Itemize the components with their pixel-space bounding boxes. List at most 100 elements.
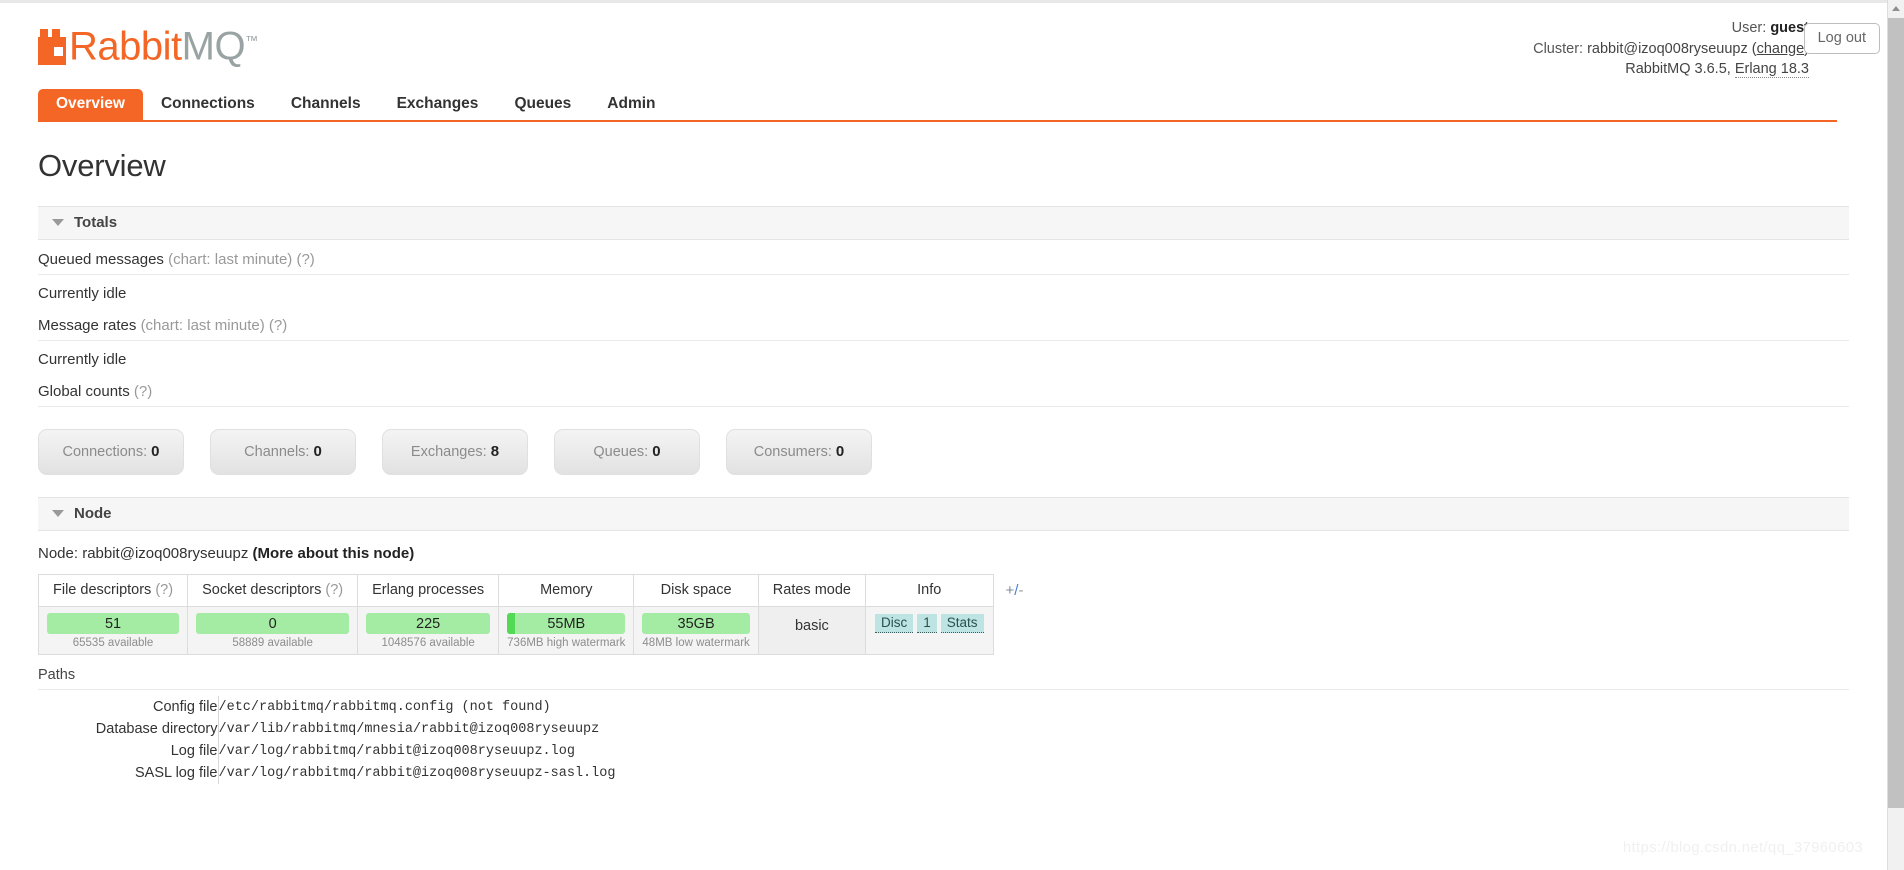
tab-channels[interactable]: Channels <box>273 89 379 120</box>
path-value-log-file: /var/log/rabbitmq/rabbit@izoq008ryseuupz… <box>218 740 615 762</box>
count-box-queues[interactable]: Queues: 0 <box>554 429 700 475</box>
tab-queues[interactable]: Queues <box>496 89 589 120</box>
bar-value-file-descriptors: 51 <box>105 616 121 632</box>
node-name: rabbit@izoq008ryseuupz <box>82 545 248 562</box>
chevron-down-icon <box>52 219 64 226</box>
version-line: RabbitMQ 3.6.5, Erlang 18.3 <box>1533 59 1809 80</box>
sub-erlang-processes: 1048576 available <box>366 637 490 649</box>
cluster-change-link[interactable]: change <box>1757 41 1805 57</box>
logo-trademark-icon: ™ <box>245 33 258 48</box>
logo-wordmark: RabbitMQ™ <box>69 22 258 65</box>
paths-row-sasl-log-file: SASL log file /var/log/rabbitmq/rabbit@i… <box>38 762 615 784</box>
info-tag-disc[interactable]: Disc <box>875 614 913 633</box>
count-value-channels: 0 <box>313 443 321 460</box>
chevron-down-icon <box>52 510 64 517</box>
cluster-label: Cluster: <box>1533 41 1583 57</box>
global-counts-note[interactable]: (?) <box>134 383 152 400</box>
info-tag-count[interactable]: 1 <box>917 614 937 633</box>
paths-row-log-file: Log file /var/log/rabbitmq/rabbit@izoq00… <box>38 740 615 762</box>
page-scroll-area: RabbitMQ™ User: guest Cluster: rabbit@iz… <box>0 0 1887 870</box>
count-label-exchanges: Exchanges: <box>411 444 487 460</box>
cell-erlang-processes: 225 1048576 available <box>358 607 499 655</box>
cell-memory: 55MB 736MB high watermark <box>499 607 634 655</box>
info-tag-stats[interactable]: Stats <box>941 614 984 633</box>
bar-value-disk-space: 35GB <box>678 616 715 632</box>
cell-disk-space: 35GB 48MB low watermark <box>634 607 758 655</box>
logout-button[interactable]: Log out <box>1804 23 1880 54</box>
rabbitmq-version: RabbitMQ 3.6.5, <box>1625 61 1731 77</box>
col-socket-descriptors: Socket descriptors (?) <box>188 575 358 607</box>
path-value-sasl-log-file: /var/log/rabbitmq/rabbit@izoq008ryseuupz… <box>218 762 615 784</box>
vertical-scrollbar[interactable] <box>1887 0 1904 870</box>
count-value-consumers: 0 <box>836 443 844 460</box>
count-label-channels: Channels: <box>244 444 309 460</box>
count-label-consumers: Consumers: <box>754 444 832 460</box>
col-note-file-descriptors[interactable]: (?) <box>155 582 173 598</box>
count-box-channels[interactable]: Channels: 0 <box>210 429 356 475</box>
col-info: Info <box>865 575 993 607</box>
path-key-sasl-log-file: SASL log file <box>38 762 218 784</box>
count-box-exchanges[interactable]: Exchanges: 8 <box>382 429 528 475</box>
count-value-queues: 0 <box>652 443 660 460</box>
count-box-connections[interactable]: Connections: 0 <box>38 429 184 475</box>
watermark-text: https://blog.csdn.net/qq_37960603 <box>1623 839 1863 856</box>
sub-memory: 736MB high watermark <box>507 637 625 649</box>
message-rates-status: Currently idle <box>38 341 1849 372</box>
cell-socket-descriptors: 0 58889 available <box>188 607 358 655</box>
bar-value-erlang-processes: 225 <box>416 616 440 632</box>
node-section-header[interactable]: Node <box>38 497 1849 531</box>
global-counts-label: Global counts (?) <box>38 372 1849 407</box>
tab-exchanges[interactable]: Exchanges <box>379 89 497 120</box>
tab-connections[interactable]: Connections <box>143 89 273 120</box>
paths-row-config-file: Config file /etc/rabbitmq/rabbitmq.confi… <box>38 696 615 718</box>
chevron-up-icon <box>1892 6 1900 11</box>
message-rates-text: Message rates <box>38 317 136 334</box>
user-label: User: <box>1732 20 1767 36</box>
count-box-consumers[interactable]: Consumers: 0 <box>726 429 872 475</box>
global-counts-row: Connections: 0 Channels: 0 Exchanges: 8 … <box>38 429 1849 475</box>
user-line: User: guest <box>1533 18 1809 39</box>
totals-section-header[interactable]: Totals <box>38 206 1849 240</box>
count-value-exchanges: 8 <box>491 443 499 460</box>
col-note-socket-descriptors[interactable]: (?) <box>325 582 343 598</box>
col-memory: Memory <box>499 575 634 607</box>
sub-file-descriptors: 65535 available <box>47 637 179 649</box>
queued-messages-status: Currently idle <box>38 275 1849 306</box>
tab-admin[interactable]: Admin <box>589 89 673 120</box>
queued-messages-text: Queued messages <box>38 251 164 268</box>
bar-memory: 55MB <box>507 613 625 634</box>
tab-overview[interactable]: Overview <box>38 89 143 120</box>
scrollbar-thumb[interactable] <box>1888 18 1904 808</box>
path-value-config-file: /etc/rabbitmq/rabbitmq.config (not found… <box>218 696 615 718</box>
totals-section-title: Totals <box>74 214 117 231</box>
node-stats-table: File descriptors (?) Socket descriptors … <box>38 574 994 655</box>
main-navigation: Overview Connections Channels Exchanges … <box>38 92 1837 122</box>
node-table-row: 51 65535 available 0 58889 available <box>39 607 994 655</box>
message-rates-note[interactable]: (chart: last minute) (?) <box>141 317 288 334</box>
count-label-queues: Queues: <box>593 444 648 460</box>
header-info-block: User: guest Cluster: rabbit@izoq008ryseu… <box>1533 18 1809 80</box>
main-content: Overview Totals Queued messages (chart: … <box>38 148 1849 784</box>
scroll-up-button[interactable] <box>1888 0 1904 17</box>
node-name-line: Node: rabbit@izoq008ryseuupz (More about… <box>38 531 1849 574</box>
node-section-title: Node <box>74 505 112 522</box>
logo-text-rabbit: Rabbit <box>69 24 182 68</box>
path-key-database-directory: Database directory <box>38 718 218 740</box>
more-about-node-link[interactable]: (More about this node) <box>253 545 415 562</box>
cell-rates-mode: basic <box>758 607 865 655</box>
paths-row-database-directory: Database directory /var/lib/rabbitmq/mne… <box>38 718 615 740</box>
count-value-connections: 0 <box>151 443 159 460</box>
queued-messages-note[interactable]: (chart: last minute) (?) <box>168 251 315 268</box>
page-title: Overview <box>38 148 1849 184</box>
columns-toggle-button[interactable]: +/- <box>1006 582 1024 599</box>
message-rates-label: Message rates (chart: last minute) (?) <box>38 306 1849 341</box>
bar-value-memory: 55MB <box>547 616 585 632</box>
rabbitmq-logo[interactable]: RabbitMQ™ <box>38 22 258 65</box>
bar-disk-space: 35GB <box>642 613 749 634</box>
paths-label: Paths <box>38 655 1849 690</box>
logo-text-mq: MQ <box>182 24 245 68</box>
count-label-connections: Connections: <box>62 444 147 460</box>
erlang-version-link[interactable]: Erlang 18.3 <box>1735 61 1809 78</box>
paths-table: Config file /etc/rabbitmq/rabbitmq.confi… <box>38 696 615 784</box>
cell-info: Disc1Stats <box>865 607 993 655</box>
